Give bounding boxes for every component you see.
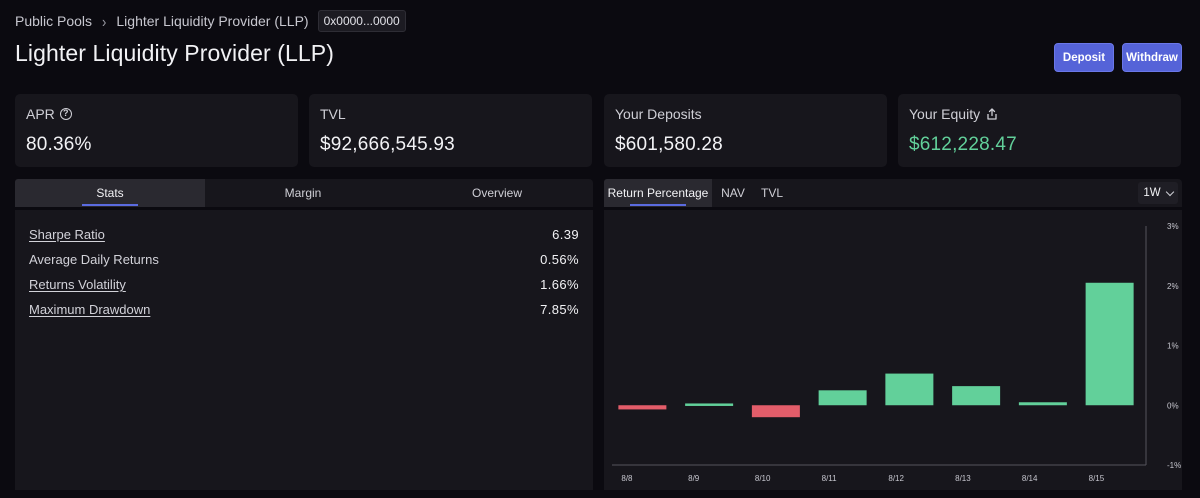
chart-bar <box>818 390 867 406</box>
apr-label: APR <box>26 106 55 122</box>
chart-bar <box>1085 282 1134 406</box>
y-tick-label: 3% <box>1167 222 1179 231</box>
active-tab-indicator <box>82 204 138 206</box>
returns-volatility-link[interactable]: Returns Volatility <box>29 277 126 292</box>
chevron-down-icon <box>1165 187 1174 196</box>
tvl-card: TVL $92,666,545.93 <box>309 94 592 167</box>
x-tick-label: 8/11 <box>822 474 838 483</box>
y-tick-label: 2% <box>1167 282 1179 291</box>
breadcrumb: Public Pools › Lighter Liquidity Provide… <box>15 10 406 32</box>
deposit-button[interactable]: Deposit <box>1054 43 1114 72</box>
tab-overview[interactable]: Overview <box>401 179 593 207</box>
chart-bar <box>751 405 800 418</box>
equity-label: Your Equity <box>909 106 981 122</box>
tvl-label: TVL <box>320 106 346 122</box>
tab-margin[interactable]: Margin <box>208 179 398 207</box>
sharpe-ratio-link[interactable]: Sharpe Ratio <box>29 227 105 242</box>
stat-row-avg-daily: Average Daily Returns 0.56% <box>29 252 579 270</box>
equity-card: Your Equity $612,228.47 <box>898 94 1181 167</box>
max-drawdown-value: 7.85% <box>540 302 579 317</box>
breadcrumb-public-pools[interactable]: Public Pools <box>15 13 92 29</box>
stat-row-sharpe: Sharpe Ratio 6.39 <box>29 227 579 245</box>
stats-panel: Sharpe Ratio 6.39 Average Daily Returns … <box>15 210 593 490</box>
tab-return-percentage[interactable]: Return Percentage <box>604 179 712 207</box>
x-tick-label: 8/10 <box>755 474 771 483</box>
y-tick-label: 1% <box>1167 342 1179 351</box>
x-tick-label: 8/14 <box>1022 474 1038 483</box>
stat-row-volatility: Returns Volatility 1.66% <box>29 277 579 295</box>
return-chart: 3% 2% 1% 0% -1% 8/8 8/9 8/10 8/11 8/12 8/13 8/14 8/1… <box>604 210 1182 490</box>
deposits-value: $601,580.28 <box>615 134 723 155</box>
deposits-card: Your Deposits $601,580.28 <box>604 94 887 167</box>
range-select[interactable]: 1W <box>1138 182 1178 204</box>
return-chart-svg: 3% 2% 1% 0% -1% 8/8 8/9 8/10 8/11 8/12 8/13 8/14 8/1… <box>612 222 1181 483</box>
chart-bar <box>685 403 734 406</box>
y-tick-label: -1% <box>1167 461 1181 470</box>
right-tab-bar: Return Percentage NAV TVL <box>604 179 1182 207</box>
tab-stats-label: Stats <box>96 186 124 200</box>
tab-tvl-label: TVL <box>760 186 783 200</box>
y-tick-label: 0% <box>1167 401 1179 410</box>
tab-return-percentage-label: Return Percentage <box>607 186 709 200</box>
page-title: Lighter Liquidity Provider (LLP) <box>15 40 334 66</box>
range-value: 1W <box>1143 187 1161 199</box>
max-drawdown-link[interactable]: Maximum Drawdown <box>29 302 150 317</box>
withdraw-button[interactable]: Withdraw <box>1122 43 1182 72</box>
x-tick-label: 8/15 <box>1089 474 1105 483</box>
breadcrumb-current: Lighter Liquidity Provider (LLP) <box>116 13 309 29</box>
deposits-label: Your Deposits <box>615 106 702 122</box>
avg-daily-returns-label: Average Daily Returns <box>29 252 159 267</box>
x-tick-label: 8/8 <box>621 474 633 483</box>
sharpe-ratio-value: 6.39 <box>552 227 579 242</box>
address-badge[interactable]: 0x0000...0000 <box>317 10 406 32</box>
avg-daily-returns-value: 0.56% <box>540 252 579 267</box>
chart-bar <box>952 386 1001 406</box>
x-tick-label: 8/13 <box>955 474 971 483</box>
tab-overview-label: Overview <box>471 186 522 200</box>
chart-bar <box>618 405 667 410</box>
info-icon[interactable]: ? <box>59 108 72 120</box>
equity-value: $612,228.47 <box>909 134 1017 155</box>
tab-nav[interactable]: NAV <box>716 179 750 207</box>
returns-volatility-value: 1.66% <box>540 277 579 292</box>
stat-row-drawdown: Maximum Drawdown 7.85% <box>29 302 579 320</box>
tab-margin-label: Margin <box>284 186 322 200</box>
x-tick-label: 8/12 <box>888 474 904 483</box>
tab-stats[interactable]: Stats <box>15 179 205 207</box>
tab-nav-label: NAV <box>721 186 745 200</box>
apr-card: APR ? 80.36% <box>15 94 298 167</box>
share-icon[interactable] <box>986 108 998 120</box>
tvl-value: $92,666,545.93 <box>320 134 455 155</box>
tab-tvl[interactable]: TVL <box>756 179 788 207</box>
chevron-right-icon: › <box>102 12 107 30</box>
apr-value: 80.36% <box>26 134 92 155</box>
left-tab-bar: Stats Margin Overview <box>15 179 593 207</box>
x-tick-label: 8/9 <box>688 474 700 483</box>
chart-bar <box>885 373 934 406</box>
chart-bar <box>1018 402 1067 406</box>
active-tab-indicator <box>630 204 686 206</box>
